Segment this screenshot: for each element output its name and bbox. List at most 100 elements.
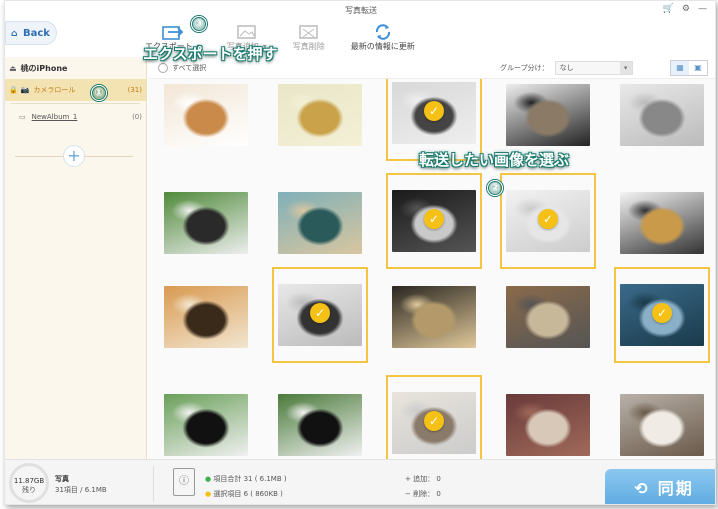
change-stats: + 追加： 0 − 削除： 0	[405, 472, 441, 502]
photo-thumbnail	[164, 394, 248, 456]
selection-stats: ● 項目合計 31 ( 6.1MB ) ● 選択項目 6 ( 860KB )	[205, 472, 287, 502]
photo-thumbnail	[278, 394, 362, 456]
sidebar-item-newalbum[interactable]: ▭ NewAlbum_1 (0)	[5, 106, 146, 128]
sidebar-item-count: (31)	[127, 86, 142, 94]
device-name: 桃のiPhone	[20, 63, 68, 73]
photo-thumbnail	[278, 192, 362, 254]
small-grid-icon[interactable]: ▦	[671, 61, 689, 75]
step-number: ②	[487, 180, 503, 196]
step-number: ③	[191, 16, 207, 32]
add-album-button[interactable]: +	[63, 145, 85, 167]
checkmark-icon: ✓	[424, 411, 444, 431]
photo-tile[interactable]	[274, 377, 370, 459]
free-space: 11.87GB	[13, 477, 45, 485]
status-footer: 11.87GB 残り 写真 31項目 / 6.1MB ⓘ ● 項目合計 31 (…	[5, 459, 715, 504]
photo-tile[interactable]	[616, 79, 712, 163]
total-items: 項目合計 31 ( 6.1MB )	[213, 475, 287, 483]
total-dot-icon: ●	[205, 475, 212, 483]
group-label: グループ分け：	[500, 64, 549, 72]
photo-thumbnail	[164, 286, 248, 348]
annotation-step1: ①	[91, 81, 107, 101]
sidebar-item-camera-roll[interactable]: 🔒 📷 カメラロール (31)	[5, 79, 146, 101]
photo-tile[interactable]	[160, 377, 256, 459]
back-button[interactable]: ⌂ Back	[5, 21, 57, 45]
photo-thumbnail	[278, 84, 362, 146]
storage-ring: 11.87GB 残り	[9, 463, 49, 503]
select-all-label: すべて選択	[172, 63, 207, 72]
photo-tile[interactable]	[160, 79, 256, 163]
delete-photo-button[interactable]: 写真削除	[293, 23, 325, 52]
annotation-step2: ②	[487, 176, 503, 196]
checkmark-icon: ✓	[424, 209, 444, 229]
large-grid-icon[interactable]: ▣	[689, 61, 707, 75]
gear-icon[interactable]: ⚙	[682, 4, 690, 14]
sidebar-item-count: (0)	[132, 113, 142, 121]
annotation-step3: ③	[191, 12, 207, 32]
home-icon: ⌂	[11, 28, 18, 39]
annotation-select-hint: 転送したい画像を選ぶ	[419, 151, 570, 169]
photo-tile[interactable]: ✓	[500, 173, 596, 269]
delete-count: 削除： 0	[413, 490, 441, 498]
sync-icon: ⟲	[634, 479, 650, 498]
sidebar-item-label: NewAlbum_1	[31, 113, 78, 121]
chevron-down-icon: ▾	[619, 62, 632, 74]
window-controls: 🛒 ⚙ —	[663, 4, 707, 14]
delete-photo-icon	[297, 23, 321, 41]
storage-summary: 写真 31項目 / 6.1MB	[55, 474, 107, 496]
photo-tile[interactable]	[274, 79, 370, 163]
storage-type: 写真	[55, 475, 69, 483]
checkmark-icon: ✓	[652, 303, 672, 323]
info-icon: ⓘ	[173, 468, 195, 496]
add-count: 追加： 0	[413, 475, 441, 483]
photo-tile[interactable]	[160, 175, 256, 271]
photo-tile[interactable]: ✓	[272, 267, 368, 363]
photo-tile[interactable]	[274, 175, 370, 271]
group-by: グループ分け： なし ▾	[500, 61, 633, 75]
photo-thumbnail	[620, 192, 704, 254]
group-select[interactable]: なし ▾	[554, 61, 633, 75]
refresh-button[interactable]: 最新の情報に更新	[351, 23, 415, 52]
photo-tile[interactable]: ✓	[386, 375, 482, 459]
selected-items: 選択項目 6 ( 860KB )	[213, 490, 283, 498]
photo-tile[interactable]	[502, 269, 598, 365]
camera-icon: 📷	[20, 86, 30, 94]
photo-thumbnail	[620, 394, 704, 456]
checkmark-icon: ✓	[538, 209, 558, 229]
checkmark-icon: ✓	[310, 303, 330, 323]
delete-photo-label: 写真削除	[292, 42, 325, 51]
export-icon	[162, 23, 184, 41]
window-title: 写真転送	[345, 6, 377, 15]
photo-tile[interactable]	[616, 175, 712, 271]
minimize-icon[interactable]: —	[698, 4, 707, 14]
photo-thumbnail	[506, 394, 590, 456]
plus-icon: +	[405, 475, 411, 483]
photo-thumbnail	[164, 84, 248, 146]
photo-tile[interactable]: ✓	[614, 267, 710, 363]
photo-thumbnail	[620, 84, 704, 146]
photo-thumbnail	[164, 192, 248, 254]
photo-thumbnail	[506, 84, 590, 146]
photo-tile[interactable]	[160, 269, 256, 365]
sync-button[interactable]: ⟲ 同期	[605, 469, 715, 504]
sync-label: 同期	[657, 479, 694, 498]
add-photo-icon	[235, 23, 259, 41]
photo-tile[interactable]	[502, 377, 598, 459]
lock-icon: 🔒	[9, 86, 18, 94]
minus-icon: −	[405, 490, 411, 498]
refresh-icon	[374, 23, 392, 41]
photo-thumbnail	[506, 286, 590, 348]
device-header[interactable]: ⏏ 桃のiPhone	[5, 57, 146, 79]
sidebar: ⏏ 桃のiPhone 🔒 📷 カメラロール (31) ▭ NewAlbum_1 …	[5, 57, 147, 459]
photo-tile[interactable]	[388, 269, 484, 365]
cart-icon[interactable]: 🛒	[663, 4, 674, 14]
photo-tile[interactable]: ✓	[386, 173, 482, 269]
photo-tile[interactable]	[616, 377, 712, 459]
group-value: なし	[559, 64, 574, 72]
device-icon: ⏏	[9, 63, 17, 73]
select-all-checkbox[interactable]	[158, 62, 168, 73]
view-toggle: ▦ ▣	[670, 60, 708, 76]
step-number: ①	[91, 85, 107, 101]
sidebar-item-label: カメラロール	[33, 86, 76, 94]
divider	[11, 103, 140, 104]
checkmark-icon: ✓	[424, 101, 444, 121]
